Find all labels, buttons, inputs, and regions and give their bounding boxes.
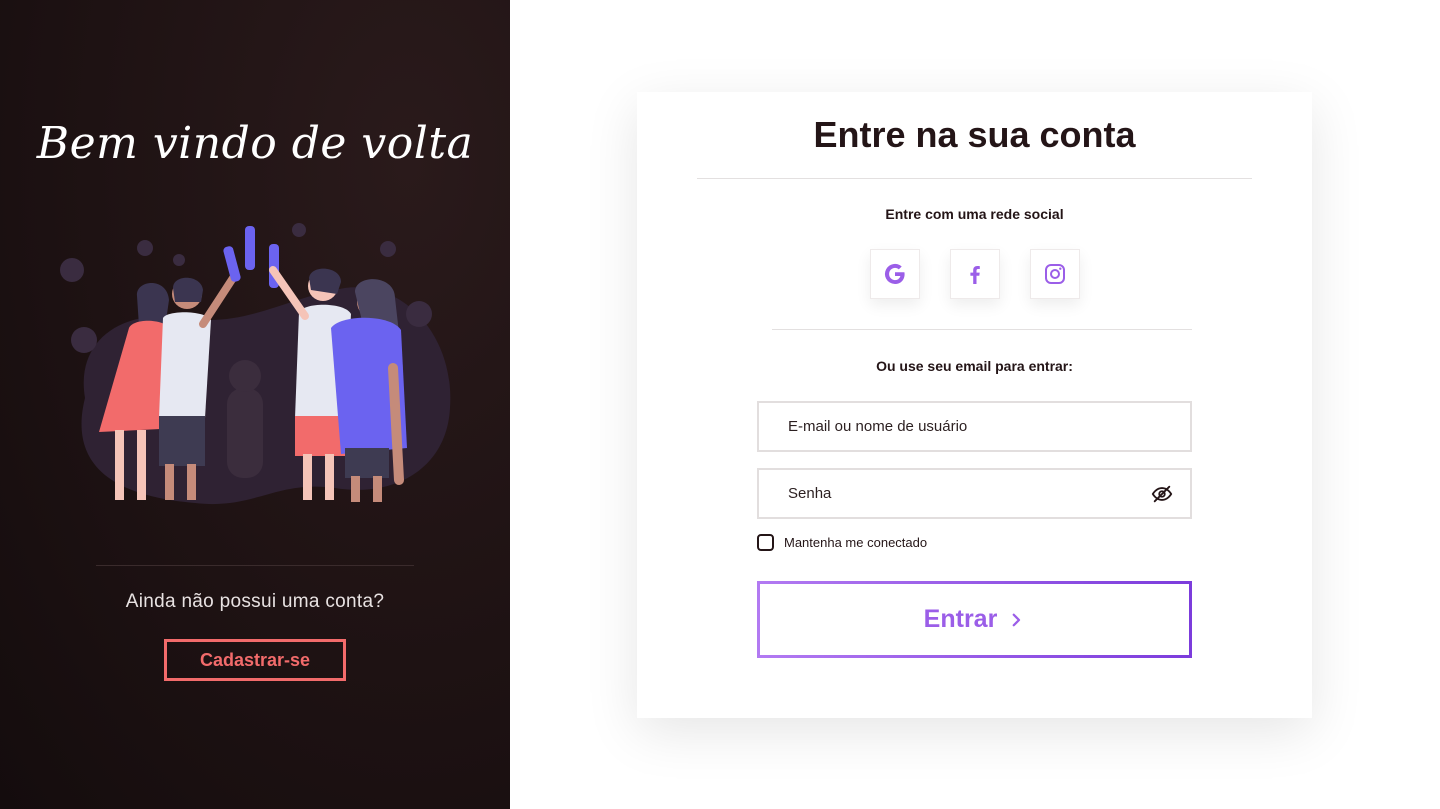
login-button[interactable]: Entrar bbox=[757, 581, 1192, 658]
left-divider bbox=[96, 565, 414, 566]
social-divider bbox=[772, 329, 1192, 330]
signup-button[interactable]: Cadastrar-se bbox=[164, 639, 346, 681]
remember-label: Mantenha me conectado bbox=[784, 535, 928, 550]
page-title: Entre na sua conta bbox=[813, 114, 1136, 155]
left-panel: Bem vindo de volta Ainda não possui uma … bbox=[0, 0, 510, 809]
instagram-login-button[interactable] bbox=[1030, 249, 1080, 299]
google-icon bbox=[884, 263, 905, 285]
google-login-button[interactable] bbox=[870, 249, 920, 299]
facebook-login-button[interactable] bbox=[950, 249, 1000, 299]
welcome-heading: Bem vindo de volta bbox=[36, 118, 474, 169]
password-input[interactable] bbox=[788, 485, 1150, 502]
login-card: Entre na sua conta Entre com uma rede so… bbox=[637, 92, 1312, 718]
email-field bbox=[757, 401, 1192, 452]
chevron-right-icon bbox=[1012, 613, 1021, 626]
remember-me: Mantenha me conectado bbox=[757, 534, 927, 551]
social-login-label: Entre com uma rede social bbox=[885, 206, 1064, 222]
email-login-label: Ou use seu email para entrar: bbox=[876, 358, 1073, 374]
toggle-password-visibility-button[interactable] bbox=[1150, 482, 1174, 506]
login-button-label: Entrar bbox=[923, 605, 998, 633]
no-account-text: Ainda não possui uma conta? bbox=[125, 591, 385, 612]
email-input[interactable] bbox=[788, 418, 1174, 435]
eye-off-icon bbox=[1151, 485, 1173, 502]
party-illustration bbox=[60, 223, 451, 505]
social-buttons bbox=[870, 249, 1080, 299]
remember-checkbox[interactable] bbox=[757, 534, 774, 551]
password-field bbox=[757, 468, 1192, 519]
facebook-icon bbox=[970, 266, 980, 284]
instagram-icon bbox=[1045, 264, 1065, 284]
title-divider bbox=[697, 178, 1252, 179]
